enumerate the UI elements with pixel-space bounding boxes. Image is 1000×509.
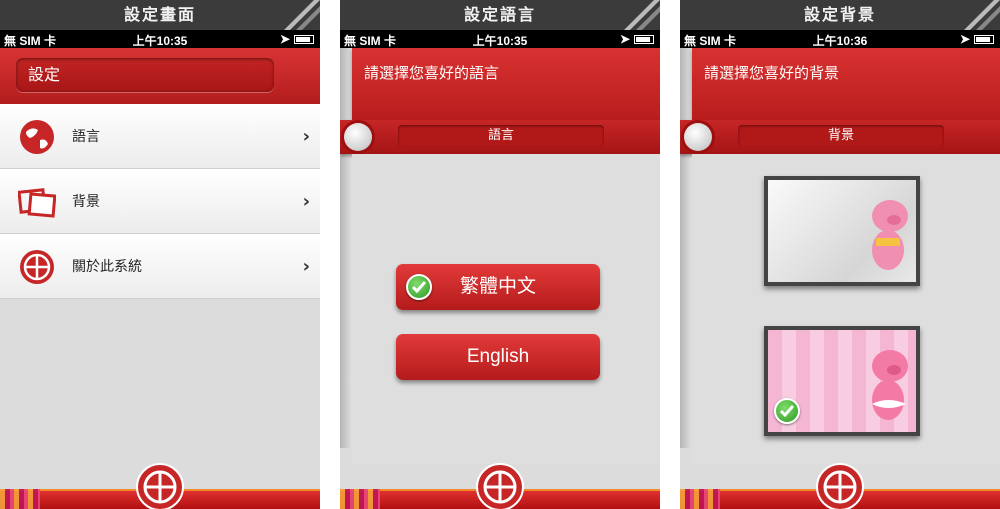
language-screen: 設定語言 無 SIM 卡 上午10:35 ➤ 請選擇您喜好的語言 語言 繁體中文…: [340, 0, 660, 509]
menu-item-background[interactable]: 背景 ›: [0, 169, 320, 234]
pig-mascot-icon: [872, 350, 908, 420]
option-label: English: [466, 346, 530, 367]
chevron-right-icon: ›: [302, 126, 310, 147]
battery-icon: [294, 35, 314, 44]
settings-screen: 設定畫面 無 SIM 卡 上午10:35 ➤ 設定 語言 › 背景 › 關於此系…: [0, 0, 320, 509]
tab-language[interactable]: 語言: [398, 125, 604, 147]
tab-background[interactable]: 背景: [738, 125, 944, 147]
status-icons: ➤: [280, 32, 314, 46]
background-option-pink[interactable]: [764, 326, 920, 436]
status-bar: 無 SIM 卡 上午10:35 ➤: [0, 30, 320, 48]
caption-stripe-decoration: [624, 0, 660, 30]
location-icon: ➤: [619, 32, 630, 46]
chevron-right-icon: ›: [302, 191, 310, 212]
screen-caption: 設定背景: [680, 0, 1000, 30]
pig-mascot-icon: [872, 200, 908, 270]
menu-item-label: 語言: [72, 129, 100, 145]
background-screen: 設定背景 無 SIM 卡 上午10:36 ➤ 請選擇您喜好的背景 背景: [680, 0, 1000, 509]
background-option-white[interactable]: [764, 176, 920, 286]
prompt-text: 請選擇您喜好的背景: [704, 64, 840, 82]
picture-frame-icon: [18, 188, 56, 218]
background-preview: [768, 180, 916, 282]
menu-item-about[interactable]: 關於此系統 ›: [0, 234, 320, 299]
footer-bar: [340, 463, 660, 509]
menu-item-label: 關於此系統: [72, 259, 142, 275]
bank-logo-icon[interactable]: [816, 463, 864, 509]
toggle-knob[interactable]: [684, 123, 712, 151]
clock: 上午10:35: [132, 34, 188, 48]
bank-logo-icon[interactable]: [476, 463, 524, 509]
language-option-english[interactable]: English: [396, 334, 600, 380]
caption-text: 設定背景: [803, 5, 876, 24]
footer-decoration: [0, 489, 40, 509]
settings-menu: 語言 › 背景 › 關於此系統 ›: [0, 104, 320, 299]
location-icon: ➤: [959, 32, 970, 46]
bank-logo-icon[interactable]: [136, 463, 184, 509]
tab-bar: 語言: [340, 120, 660, 154]
check-icon: [774, 398, 800, 424]
settings-header: 設定: [0, 48, 320, 104]
footer-bar: [680, 463, 1000, 509]
status-bar: 無 SIM 卡 上午10:35 ➤: [340, 30, 660, 48]
bank-logo-icon: [20, 250, 54, 284]
menu-item-label: 背景: [72, 194, 100, 210]
status-icons: ➤: [620, 32, 654, 46]
prompt-panel: 請選擇您喜好的背景: [692, 48, 1000, 122]
menu-item-language[interactable]: 語言 ›: [0, 104, 320, 169]
background-preview: [768, 330, 916, 432]
settings-title-field: 設定: [16, 58, 274, 92]
footer-decoration: [340, 489, 380, 509]
clock: 上午10:36: [812, 34, 868, 48]
globe-icon: [20, 120, 54, 154]
prompt-panel: 請選擇您喜好的語言: [352, 48, 660, 122]
prompt-text: 請選擇您喜好的語言: [364, 64, 500, 82]
chevron-right-icon: ›: [302, 256, 310, 277]
side-panel-edge: [680, 48, 692, 448]
caption-text: 設定畫面: [123, 5, 196, 24]
footer-decoration: [680, 489, 720, 509]
caption-stripe-decoration: [964, 0, 1000, 30]
status-bar: 無 SIM 卡 上午10:36 ➤: [680, 30, 1000, 48]
battery-icon: [634, 35, 654, 44]
battery-icon: [974, 35, 994, 44]
caption-stripe-decoration: [284, 0, 320, 30]
toggle-knob[interactable]: [344, 123, 372, 151]
language-option-traditional-chinese[interactable]: 繁體中文: [396, 264, 600, 310]
side-panel-edge: [340, 48, 352, 448]
clock: 上午10:35: [472, 34, 528, 48]
check-icon: [406, 274, 432, 300]
location-icon: ➤: [279, 32, 290, 46]
status-icons: ➤: [960, 32, 994, 46]
option-label: 繁體中文: [459, 276, 536, 297]
caption-text: 設定語言: [463, 5, 536, 24]
screen-caption: 設定畫面: [0, 0, 320, 30]
screen-caption: 設定語言: [340, 0, 660, 30]
tab-bar: 背景: [680, 120, 1000, 154]
footer-bar: [0, 463, 320, 509]
